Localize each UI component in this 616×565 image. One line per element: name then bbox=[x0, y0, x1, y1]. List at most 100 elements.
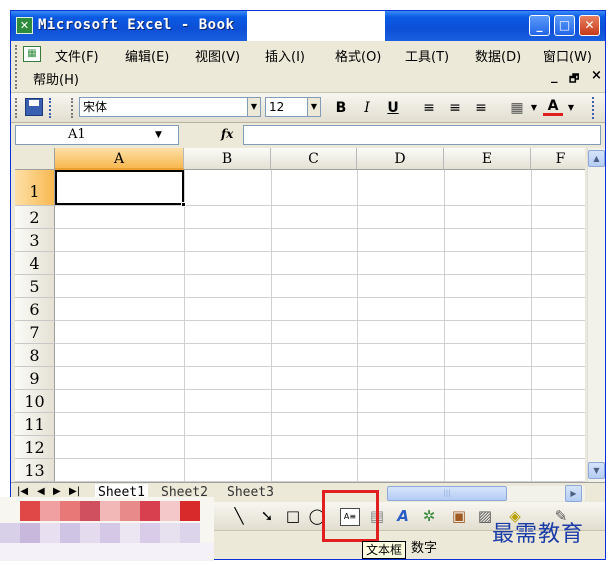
row-header-4[interactable]: 4 bbox=[15, 252, 55, 275]
minimize-button[interactable]: _ bbox=[529, 15, 550, 36]
font-name-select[interactable]: 宋体 bbox=[79, 97, 251, 117]
vertical-scrollbar[interactable]: ▲ ▼ bbox=[587, 148, 605, 482]
column-header-d[interactable]: D bbox=[357, 148, 444, 170]
formula-input[interactable] bbox=[243, 125, 601, 145]
doc-minimize-button[interactable]: _ bbox=[551, 69, 558, 84]
row-header-7[interactable]: 7 bbox=[15, 321, 55, 344]
gridline-horizontal bbox=[55, 412, 585, 413]
window-title: Microsoft Excel - Book bbox=[38, 17, 235, 33]
column-header-e[interactable]: E bbox=[444, 148, 531, 170]
row-header-5[interactable]: 5 bbox=[15, 275, 55, 298]
first-sheet-icon[interactable]: |◀ bbox=[17, 486, 28, 497]
excel-app-icon[interactable]: ✕ bbox=[16, 17, 33, 34]
font-name-dropdown-icon[interactable]: ▼ bbox=[247, 97, 261, 117]
align-center-button[interactable]: ≡ bbox=[445, 98, 465, 118]
font-toolbar-grip[interactable] bbox=[71, 98, 74, 118]
gridline-horizontal bbox=[55, 205, 585, 206]
doc-close-button[interactable]: × bbox=[591, 68, 602, 83]
excel-window: ✕ Microsoft Excel - Book _ □ ✕ ▦ 文件(F) 编… bbox=[10, 10, 606, 560]
row-header-2[interactable]: 2 bbox=[15, 206, 55, 229]
row-header-12[interactable]: 12 bbox=[15, 436, 55, 459]
gridline-horizontal bbox=[55, 297, 585, 298]
column-header-f[interactable]: F bbox=[531, 148, 585, 170]
row-header-6[interactable]: 6 bbox=[15, 298, 55, 321]
last-sheet-icon[interactable]: ▶| bbox=[69, 486, 80, 497]
scroll-right-icon[interactable]: ▶ bbox=[565, 485, 582, 502]
close-button[interactable]: ✕ bbox=[579, 15, 600, 36]
fill-handle[interactable] bbox=[181, 202, 186, 207]
font-color-button[interactable]: A bbox=[543, 98, 563, 116]
gridline-horizontal bbox=[55, 366, 585, 367]
font-size-dropdown-icon[interactable]: ▼ bbox=[307, 97, 321, 117]
gridline-horizontal bbox=[55, 389, 585, 390]
row-header-10[interactable]: 10 bbox=[15, 390, 55, 413]
text-box-tooltip: 文本框 bbox=[362, 541, 407, 559]
arrow-tool-icon[interactable]: ➘ bbox=[257, 506, 277, 526]
next-sheet-icon[interactable]: ▶ bbox=[53, 486, 61, 497]
formula-bar: A1 ▼ fx bbox=[11, 123, 605, 147]
toolbar-grip[interactable] bbox=[15, 98, 18, 118]
toolbar-options-icon[interactable] bbox=[49, 98, 52, 118]
menu-insert[interactable]: 插入(I) bbox=[265, 46, 305, 65]
maximize-button[interactable]: □ bbox=[554, 15, 575, 36]
active-cell-a1[interactable] bbox=[55, 170, 184, 205]
menu-bar: ▦ 文件(F) 编辑(E) 视图(V) 插入(I) 格式(O) 工具(T) 数据… bbox=[11, 41, 605, 93]
gridline-horizontal bbox=[55, 458, 585, 459]
line-tool-icon[interactable]: ╲ bbox=[229, 506, 249, 526]
menu-grip[interactable] bbox=[15, 45, 18, 89]
row-header-8[interactable]: 8 bbox=[15, 344, 55, 367]
column-header-c[interactable]: C bbox=[271, 148, 357, 170]
insert-function-icon[interactable]: fx bbox=[221, 127, 233, 141]
font-color-dropdown-icon[interactable]: ▼ bbox=[561, 98, 581, 118]
horizontal-scroll-thumb[interactable]: ||| bbox=[387, 486, 507, 501]
gridline-horizontal bbox=[55, 251, 585, 252]
align-left-button[interactable]: ≡ bbox=[419, 98, 439, 118]
wordart-tool-icon[interactable]: A bbox=[393, 506, 413, 526]
gridline-horizontal bbox=[55, 343, 585, 344]
menu-file[interactable]: 文件(F) bbox=[55, 46, 99, 65]
prev-sheet-icon[interactable]: ◀ bbox=[37, 486, 45, 497]
horizontal-scrollbar[interactable]: ||| ▶ bbox=[387, 485, 585, 502]
status-mode-text: 数字 bbox=[411, 541, 438, 556]
name-box-dropdown-icon[interactable]: ▼ bbox=[155, 130, 162, 140]
row-header-1[interactable]: 1 bbox=[15, 170, 55, 206]
italic-button[interactable]: I bbox=[357, 98, 377, 118]
menu-tools[interactable]: 工具(T) bbox=[405, 46, 449, 65]
clipart-tool-icon[interactable]: ▣ bbox=[449, 506, 469, 526]
menu-data[interactable]: 数据(D) bbox=[475, 46, 521, 65]
row-header-13[interactable]: 13 bbox=[15, 459, 55, 482]
column-header-b[interactable]: B bbox=[184, 148, 271, 170]
watermark-text: 最需教育 bbox=[492, 522, 585, 547]
sheet-tab-3[interactable]: Sheet3 bbox=[227, 484, 274, 502]
menu-window[interactable]: 窗口(W) bbox=[543, 46, 592, 65]
menu-help[interactable]: 帮助(H) bbox=[33, 69, 79, 88]
pixelated-area bbox=[0, 497, 214, 561]
underline-button[interactable]: U bbox=[383, 98, 403, 118]
row-header-3[interactable]: 3 bbox=[15, 229, 55, 252]
menu-format[interactable]: 格式(O) bbox=[335, 46, 381, 65]
row-header-9[interactable]: 9 bbox=[15, 367, 55, 390]
worksheet-grid[interactable]: A B C D E F 1 2 3 4 5 6 7 8 9 10 11 12 13 bbox=[15, 148, 585, 482]
gridline-horizontal bbox=[55, 320, 585, 321]
gridline-horizontal bbox=[55, 228, 585, 229]
rectangle-tool-icon[interactable]: □ bbox=[283, 506, 303, 526]
text-box-highlight bbox=[322, 490, 379, 542]
gridline-horizontal bbox=[55, 435, 585, 436]
align-right-button[interactable]: ≡ bbox=[471, 98, 491, 118]
menu-edit[interactable]: 编辑(E) bbox=[125, 46, 169, 65]
select-all-corner[interactable] bbox=[15, 148, 55, 170]
doc-restore-button[interactable]: 🗗 bbox=[569, 70, 579, 89]
gridline-horizontal bbox=[55, 274, 585, 275]
bold-button[interactable]: B bbox=[331, 98, 351, 118]
borders-dropdown-icon[interactable]: ▼ bbox=[524, 98, 544, 118]
save-icon[interactable] bbox=[25, 98, 43, 116]
font-size-select[interactable]: 12 bbox=[265, 97, 311, 117]
row-header-11[interactable]: 11 bbox=[15, 413, 55, 436]
toolbar-overflow-icon[interactable] bbox=[592, 97, 595, 119]
menu-view[interactable]: 视图(V) bbox=[195, 46, 240, 65]
diagram-tool-icon[interactable]: ✲ bbox=[419, 506, 439, 526]
scroll-up-icon[interactable]: ▲ bbox=[588, 150, 605, 167]
scroll-down-icon[interactable]: ▼ bbox=[588, 462, 605, 479]
column-header-a[interactable]: A bbox=[55, 148, 184, 170]
workbook-icon[interactable]: ▦ bbox=[23, 46, 41, 62]
